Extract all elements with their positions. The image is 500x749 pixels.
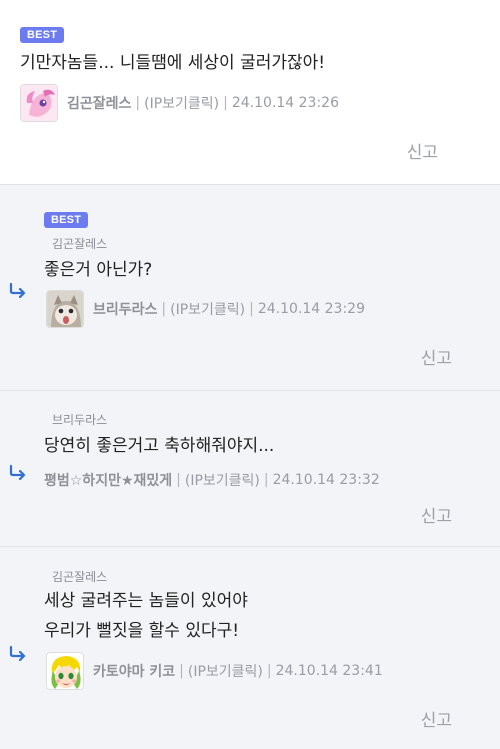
report-button[interactable]: 신고 bbox=[421, 706, 452, 731]
comment-datetime: 24.10.14 23:32 bbox=[272, 472, 380, 488]
comment-text-line: 세상 굴려주는 놈들이 있어야 bbox=[44, 591, 248, 611]
comment-text: 당연히 좋은거고 축하해줘야지... bbox=[44, 431, 274, 461]
report-button[interactable]: 신고 bbox=[421, 502, 452, 527]
author-nickname[interactable]: 브리두라스 bbox=[93, 299, 157, 319]
reply-parent-name: 김곤잘레스 bbox=[52, 570, 108, 584]
comment-datetime: 24.10.14 23:26 bbox=[231, 95, 339, 111]
comment-meta: 김곤잘레스 | (IP보기클릭) | 24.10.14 23:26 bbox=[20, 84, 339, 122]
comment-text-line: 기만자놈들... 니들땜에 세상이 굴러가잖아! bbox=[20, 53, 326, 73]
comment-item: BEST 기만자놈들... 니들땜에 세상이 굴러가잖아! 김곤잘레스 | (I… bbox=[0, 0, 500, 185]
ip-view-link[interactable]: (IP보기클릭) bbox=[185, 470, 260, 490]
meta-divider: | bbox=[176, 472, 181, 488]
comment-meta: 브리두라스 | (IP보기클릭) | 24.10.14 23:29 bbox=[46, 290, 365, 328]
comment-text-line: 좋은거 아닌가? bbox=[44, 260, 153, 280]
meta-divider: | bbox=[179, 663, 184, 679]
reply-arrow-icon bbox=[9, 464, 26, 480]
reply-comment-item: 브리두라스 당연히 좋은거고 축하해줘야지... 평범☆하지만★재밌게 | (I… bbox=[0, 391, 500, 547]
best-badge: BEST bbox=[20, 27, 65, 43]
comment-datetime: 24.10.14 23:29 bbox=[257, 301, 365, 317]
meta-divider: | bbox=[249, 301, 254, 317]
reply-parent-name: 브리두라스 bbox=[52, 413, 108, 427]
reply-comment-item: 김곤잘레스 세상 굴려주는 놈들이 있어야 우리가 뻘짓을 할수 있다구! 카토… bbox=[0, 547, 500, 749]
comment-text: 좋은거 아닌가? bbox=[44, 255, 152, 285]
report-button[interactable]: 신고 bbox=[421, 344, 452, 369]
meta-divider: | bbox=[263, 472, 269, 488]
author-nickname[interactable]: 김곤잘레스 bbox=[67, 93, 131, 113]
pink-pony-avatar-icon[interactable] bbox=[20, 84, 58, 122]
report-button[interactable]: 신고 bbox=[407, 138, 438, 163]
reply-arrow-icon bbox=[9, 645, 26, 661]
author-nickname[interactable]: 카토야마 키코 bbox=[93, 661, 175, 681]
meta-divider: | bbox=[135, 95, 141, 111]
meta-divider: | bbox=[266, 663, 272, 679]
ip-view-link[interactable]: (IP보기클릭) bbox=[170, 299, 245, 319]
author-nickname[interactable]: 평범☆하지만★재밌게 bbox=[44, 470, 172, 490]
cat-avatar-icon[interactable] bbox=[46, 290, 84, 328]
reply-comment-item: BEST 김곤잘레스 좋은거 아닌가? 브리두라스 | (IP보기클릭) | 2… bbox=[0, 185, 500, 391]
comment-text-line: 우리가 뻘짓을 할수 있다구! bbox=[44, 621, 240, 641]
meta-divider: | bbox=[161, 301, 167, 317]
best-badge: BEST bbox=[44, 212, 89, 228]
reply-parent-name: 김곤잘레스 bbox=[52, 237, 108, 251]
comment-text: 세상 굴려주는 놈들이 있어야 우리가 뻘짓을 할수 있다구! bbox=[44, 586, 248, 646]
ip-view-link[interactable]: (IP보기클릭) bbox=[188, 661, 263, 681]
comment-text: 기만자놈들... 니들땜에 세상이 굴러가잖아! bbox=[20, 48, 325, 78]
comment-datetime: 24.10.14 23:41 bbox=[275, 663, 383, 679]
comment-meta: 카토야마 키코 | (IP보기클릭) | 24.10.14 23:41 bbox=[46, 652, 383, 690]
ip-view-link[interactable]: (IP보기클릭) bbox=[144, 93, 219, 113]
meta-divider: | bbox=[223, 95, 228, 111]
reply-arrow-icon bbox=[9, 282, 26, 298]
comment-text-line: 당연히 좋은거고 축하해줘야지... bbox=[44, 436, 275, 456]
comment-meta: 평범☆하지만★재밌게 | (IP보기클릭) | 24.10.14 23:32 bbox=[44, 470, 380, 490]
anime-girl-avatar-icon[interactable] bbox=[46, 652, 84, 690]
